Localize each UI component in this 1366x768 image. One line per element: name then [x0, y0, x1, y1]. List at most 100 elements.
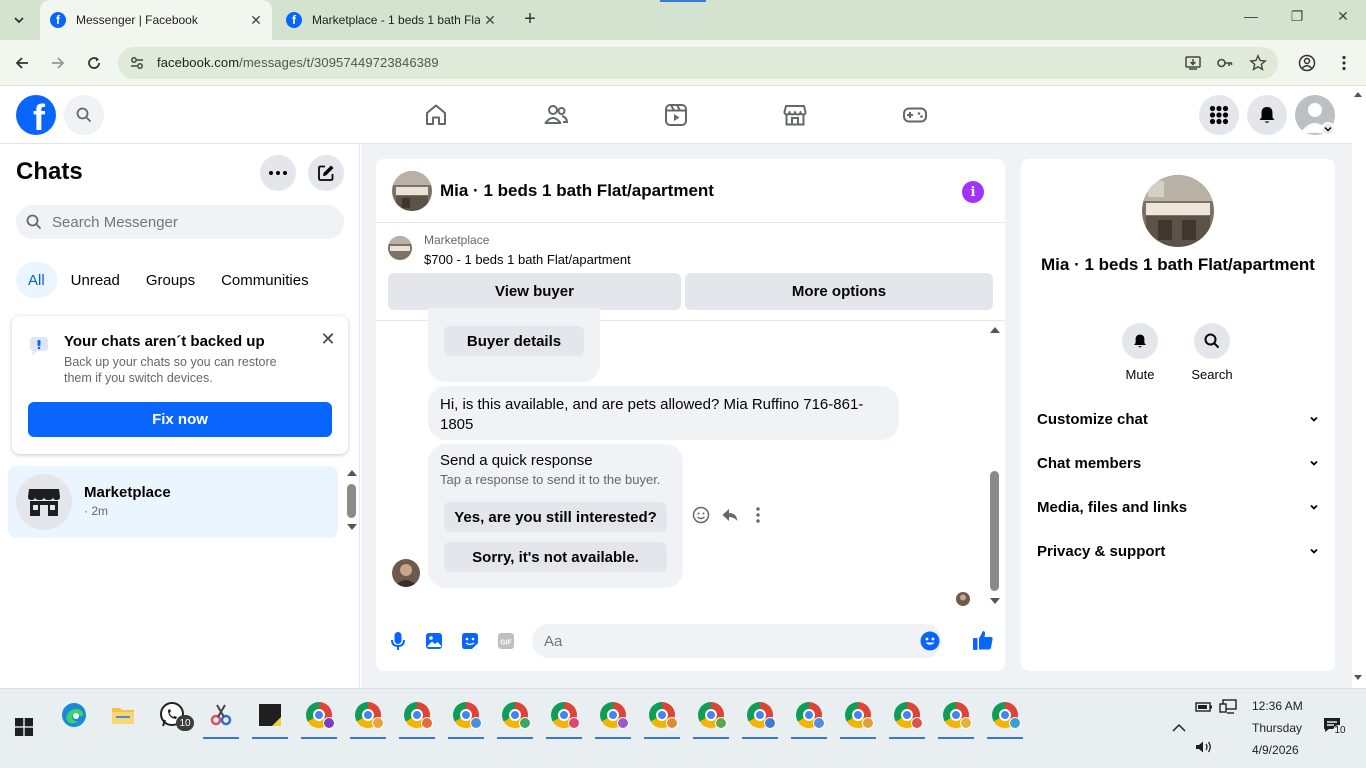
chrome-profile-9-icon[interactable] — [689, 695, 733, 739]
file-explorer-icon[interactable] — [101, 695, 145, 735]
bookmark-star-icon[interactable] — [1249, 54, 1267, 72]
page-scroll-down-arrow-icon[interactable] — [1354, 675, 1362, 680]
whatsapp-icon[interactable]: 10 — [150, 695, 194, 735]
gif-icon[interactable]: GIF — [496, 631, 516, 651]
photo-icon[interactable] — [424, 631, 444, 651]
tab-marketplace[interactable]: f Marketplace - 1 beds 1 bath Flat ✕ — [276, 0, 506, 40]
friends-icon[interactable] — [541, 100, 571, 130]
thumbs-up-icon[interactable] — [972, 629, 994, 651]
facebook-logo-icon[interactable]: f — [16, 95, 56, 135]
more-options-button[interactable]: More options — [685, 273, 993, 310]
clock-time[interactable]: 12:36 AM — [1252, 699, 1303, 713]
network-icon[interactable] — [1219, 699, 1237, 715]
scrollbar-thumb[interactable] — [990, 471, 999, 591]
minimize-button[interactable]: — — [1228, 8, 1274, 24]
close-icon[interactable]: ✕ — [316, 328, 340, 352]
volume-icon[interactable] — [1195, 740, 1213, 754]
privacy-support-section[interactable]: Privacy & support — [1037, 531, 1319, 571]
menu-grid-button[interactable] — [1199, 95, 1239, 135]
chats-options-button[interactable] — [260, 155, 296, 191]
tab-messenger[interactable]: f Messenger | Facebook ✕ — [40, 0, 272, 40]
view-buyer-button[interactable]: View buyer — [388, 273, 681, 310]
chrome-profile-2-icon[interactable] — [346, 695, 390, 739]
sticky-notes-icon[interactable] — [248, 695, 292, 739]
chrome-profile-15-icon[interactable] — [983, 695, 1027, 739]
search-conversation-button[interactable]: Search — [1182, 323, 1242, 382]
address-bar[interactable]: facebook.com/messages/t/3095744972384638… — [118, 47, 1278, 79]
chrome-profile-1-icon[interactable] — [297, 695, 341, 739]
scrollbar-thumb[interactable] — [347, 484, 356, 518]
message-input[interactable] — [544, 624, 904, 658]
home-icon[interactable] — [421, 100, 451, 130]
notification-center-icon[interactable]: 10 — [1323, 717, 1347, 737]
reload-button[interactable] — [83, 52, 105, 74]
clock-date[interactable]: 4/9/2026 — [1252, 743, 1299, 757]
chrome-profile-4-icon[interactable] — [444, 695, 488, 739]
conversation-title[interactable]: Mia · 1 beds 1 bath Flat/apartment — [440, 181, 714, 201]
battery-icon[interactable] — [1195, 701, 1213, 713]
chrome-profile-10-icon[interactable] — [738, 695, 782, 739]
gaming-icon[interactable] — [900, 100, 930, 130]
windows-start-icon[interactable] — [2, 707, 46, 747]
listing-avatar[interactable] — [392, 171, 432, 211]
fix-now-button[interactable]: Fix now — [28, 402, 332, 437]
chrome-profile-3-icon[interactable] — [395, 695, 439, 739]
new-message-button[interactable] — [308, 155, 344, 191]
profile-icon[interactable] — [1296, 52, 1318, 74]
chrome-profile-5-icon[interactable] — [493, 695, 537, 739]
close-tab-icon[interactable]: ✕ — [246, 12, 266, 29]
media-files-links-section[interactable]: Media, files and links — [1037, 487, 1319, 527]
microphone-icon[interactable] — [388, 631, 408, 651]
reply-icon[interactable] — [721, 506, 739, 524]
chrome-profile-12-icon[interactable] — [836, 695, 880, 739]
chrome-profile-11-icon[interactable] — [787, 695, 831, 739]
buyer-details-button[interactable]: Buyer details — [444, 326, 584, 356]
close-tab-icon[interactable]: ✕ — [480, 12, 500, 29]
back-button[interactable] — [11, 52, 33, 74]
conversation-list-item[interactable]: Marketplace · 2m — [8, 466, 338, 538]
scroll-down-arrow-icon[interactable] — [990, 598, 1000, 604]
scroll-up-arrow-icon[interactable] — [990, 327, 1000, 333]
clock-day[interactable]: Thursday — [1252, 721, 1302, 735]
password-key-icon[interactable] — [1216, 54, 1234, 72]
chrome-profile-8-icon[interactable] — [640, 695, 684, 739]
scroll-down-arrow-icon[interactable] — [347, 524, 357, 530]
new-tab-button[interactable]: + — [518, 9, 542, 31]
chevron-down-icon[interactable] — [1321, 122, 1335, 136]
browser-menu-icon[interactable] — [1333, 52, 1355, 74]
filter-all[interactable]: All — [16, 262, 57, 298]
page-scroll-up-arrow-icon[interactable] — [1354, 92, 1362, 97]
install-app-icon[interactable] — [1184, 54, 1202, 72]
facebook-search-button[interactable] — [64, 95, 104, 135]
search-input[interactable] — [52, 205, 332, 239]
filter-communities[interactable]: Communities — [209, 262, 321, 298]
chrome-profile-6-icon[interactable] — [542, 695, 586, 739]
details-avatar[interactable] — [1142, 175, 1214, 247]
quick-reply-interested[interactable]: Yes, are you still interested? — [444, 502, 667, 532]
forward-button[interactable] — [47, 52, 69, 74]
chrome-profile-13-icon[interactable] — [885, 695, 929, 739]
customize-chat-section[interactable]: Customize chat — [1037, 399, 1319, 439]
close-window-button[interactable]: ✕ — [1320, 8, 1366, 25]
more-actions-icon[interactable] — [756, 506, 760, 524]
info-icon[interactable]: i — [962, 181, 984, 203]
chrome-profile-14-icon[interactable] — [934, 695, 978, 739]
restore-button[interactable]: ❐ — [1274, 8, 1320, 25]
sender-avatar[interactable] — [392, 559, 420, 587]
watch-video-icon[interactable] — [661, 100, 691, 130]
message-input-wrapper[interactable] — [532, 624, 942, 658]
filter-groups[interactable]: Groups — [134, 262, 207, 298]
chat-members-section[interactable]: Chat members — [1037, 443, 1319, 483]
quick-reply-not-available[interactable]: Sorry, it's not available. — [444, 542, 667, 572]
mute-button[interactable]: Mute — [1110, 323, 1170, 382]
marketplace-icon[interactable] — [780, 100, 810, 130]
sticker-icon[interactable] — [460, 631, 480, 651]
notifications-button[interactable] — [1247, 95, 1287, 135]
listing-price-title[interactable]: $700 - 1 beds 1 bath Flat/apartment — [424, 252, 631, 267]
edge-browser-icon[interactable] — [52, 695, 96, 735]
snipping-tool-icon[interactable] — [199, 695, 243, 739]
site-info-icon[interactable] — [128, 54, 146, 72]
tab-search-icon[interactable] — [6, 7, 32, 33]
show-hidden-icons-icon[interactable] — [1172, 723, 1186, 733]
scroll-up-arrow-icon[interactable] — [347, 470, 357, 476]
